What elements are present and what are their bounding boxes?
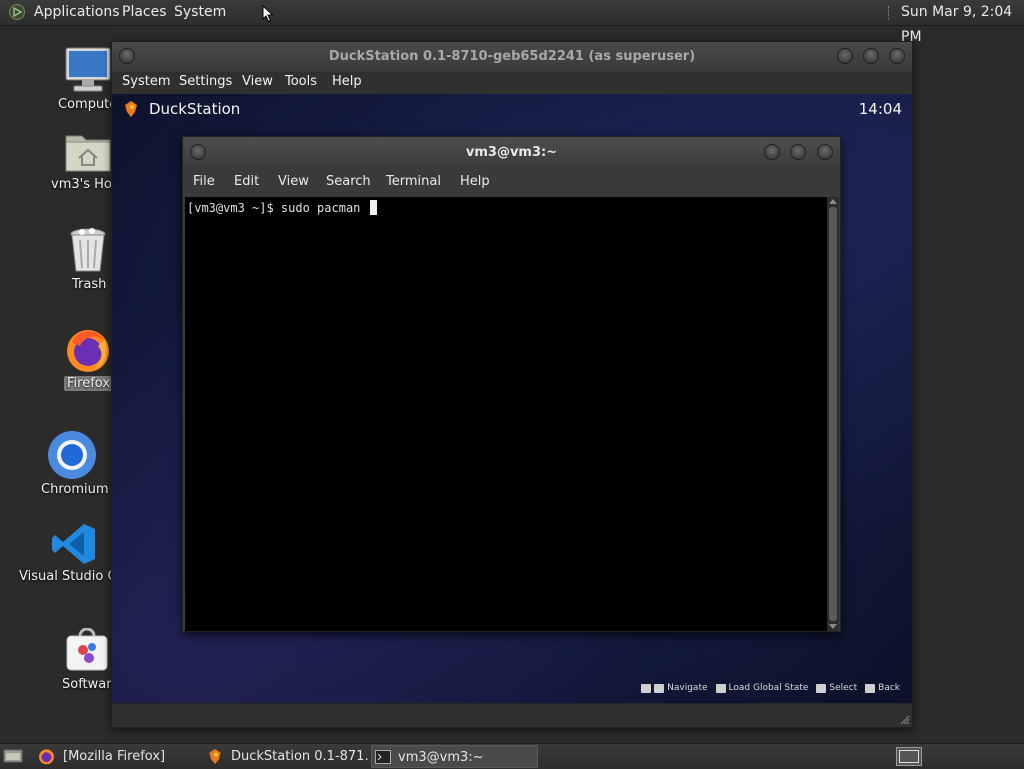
task-label: [Mozilla Firefox] xyxy=(63,749,166,764)
ds-menu-system[interactable]: System xyxy=(122,74,170,89)
hint-back: Back xyxy=(865,683,900,693)
computer-icon xyxy=(65,47,111,92)
term-menu-terminal[interactable]: Terminal xyxy=(386,174,441,189)
task-duckstation[interactable]: DuckStation 0.1-871… xyxy=(203,745,369,768)
button-icon xyxy=(816,683,827,693)
maximize-button[interactable] xyxy=(790,144,806,160)
hint-label: Navigate xyxy=(667,683,708,693)
ds-menu-view[interactable]: View xyxy=(242,74,273,89)
hint-select: Select xyxy=(816,683,857,693)
distro-logo-icon[interactable] xyxy=(9,4,25,20)
button-icon xyxy=(715,683,726,693)
term-menu-edit[interactable]: Edit xyxy=(234,174,259,189)
workspace-switcher[interactable] xyxy=(896,747,922,766)
dpad-icon xyxy=(654,683,665,693)
vscode-icon xyxy=(52,524,95,564)
duckstation-menubar: System Settings View Tools Help xyxy=(112,72,912,94)
term-menu-file[interactable]: File xyxy=(193,174,215,189)
terminal-prompt-text: [vm3@vm3 ~]$ sudo pacman xyxy=(187,201,368,215)
button-icon xyxy=(865,683,876,693)
close-button[interactable] xyxy=(817,144,833,160)
close-button[interactable] xyxy=(889,48,905,64)
duckstation-clock: 14:04 xyxy=(858,100,902,118)
minimize-button[interactable] xyxy=(837,48,853,64)
places-menu[interactable]: Places xyxy=(122,0,167,25)
terminal-menubar: File Edit View Search Terminal Help xyxy=(183,168,840,196)
ds-menu-settings[interactable]: Settings xyxy=(179,74,232,89)
applications-menu[interactable]: Applications xyxy=(34,0,120,25)
software-icon xyxy=(66,628,108,671)
hint-label: Load Global State xyxy=(728,683,809,693)
panel-separator xyxy=(888,6,891,20)
dpad-icon xyxy=(641,683,652,693)
system-menu[interactable]: System xyxy=(174,0,226,25)
desktop-icon-label: Chromium xyxy=(41,482,109,497)
task-firefox[interactable]: [Mozilla Firefox] xyxy=(34,745,200,768)
firefox-icon xyxy=(39,749,54,765)
ds-menu-help[interactable]: Help xyxy=(332,74,362,89)
terminal-cursor xyxy=(369,200,377,215)
desktop-icon-vscode[interactable]: Visual Studio Co xyxy=(14,520,125,590)
desktop-icon-label: vm3's Hor xyxy=(51,177,118,192)
home-folder-icon xyxy=(65,135,111,172)
task-label: DuckStation 0.1-871… xyxy=(231,749,369,764)
chromium-icon xyxy=(48,431,96,479)
duckstation-window-title: DuckStation 0.1-8710-geb65d2241 (as supe… xyxy=(328,49,696,64)
term-menu-view[interactable]: View xyxy=(278,174,309,189)
terminal-icon xyxy=(375,750,391,764)
hint-label: Select xyxy=(829,683,858,693)
duckstation-icon xyxy=(209,748,221,765)
desktop-icon-chromium[interactable]: Chromium xyxy=(20,430,124,500)
scrollbar-thumb[interactable] xyxy=(829,207,837,621)
terminal-scrollbar[interactable] xyxy=(827,197,839,631)
terminal-window-title: vm3@vm3:~ xyxy=(465,145,558,160)
controller-hints: Navigate Load Global State Select Back xyxy=(641,683,900,693)
duckstation-header-title: DuckStation xyxy=(149,100,241,118)
terminal-window[interactable]: vm3@vm3:~ File Edit View Search Terminal… xyxy=(182,136,841,632)
duckstation-statusbar xyxy=(112,703,912,727)
terminal-prompt-line: [vm3@vm3 ~]$ sudo pacman xyxy=(187,200,377,215)
trash-icon xyxy=(70,228,106,272)
desktop-icon-label: Compute xyxy=(58,97,118,112)
bottom-taskbar: [Mozilla Firefox] DuckStation 0.1-871… v… xyxy=(0,743,1024,769)
panel-clock[interactable]: Sun Mar 9, 2:04 PM xyxy=(901,0,1024,45)
hint-label: Back xyxy=(878,683,900,693)
ds-menu-tools[interactable]: Tools xyxy=(285,74,317,89)
resize-grip-icon[interactable] xyxy=(900,715,910,725)
minimize-button[interactable] xyxy=(764,144,780,160)
terminal-screen[interactable]: [vm3@vm3 ~]$ sudo pacman xyxy=(185,197,827,631)
duckstation-logo-icon xyxy=(125,101,137,117)
hint-load-global-state: Load Global State xyxy=(715,683,809,693)
term-menu-help[interactable]: Help xyxy=(460,174,490,189)
maximize-button[interactable] xyxy=(863,48,879,64)
duckstation-titlebar[interactable]: DuckStation 0.1-8710-geb65d2241 (as supe… xyxy=(112,42,912,72)
firefox-icon xyxy=(67,330,109,372)
desktop-icon-label: Firefox xyxy=(64,376,114,391)
mouse-pointer-icon xyxy=(262,5,274,23)
hint-navigate: Navigate xyxy=(641,683,708,693)
desktop-icon-label: Trash xyxy=(72,277,107,292)
scroll-down-arrow-icon[interactable] xyxy=(829,624,837,629)
top-panel: Applications Places System Sun Mar 9, 2:… xyxy=(0,0,1024,45)
task-label: vm3@vm3:~ xyxy=(398,750,484,765)
scroll-up-arrow-icon[interactable] xyxy=(829,199,837,204)
task-terminal[interactable]: vm3@vm3:~ xyxy=(371,745,538,768)
desktop-icon-label: Visual Studio Co xyxy=(19,569,125,584)
term-menu-search[interactable]: Search xyxy=(326,174,371,189)
terminal-titlebar[interactable]: vm3@vm3:~ xyxy=(183,137,840,168)
show-desktop-icon[interactable] xyxy=(3,748,23,764)
